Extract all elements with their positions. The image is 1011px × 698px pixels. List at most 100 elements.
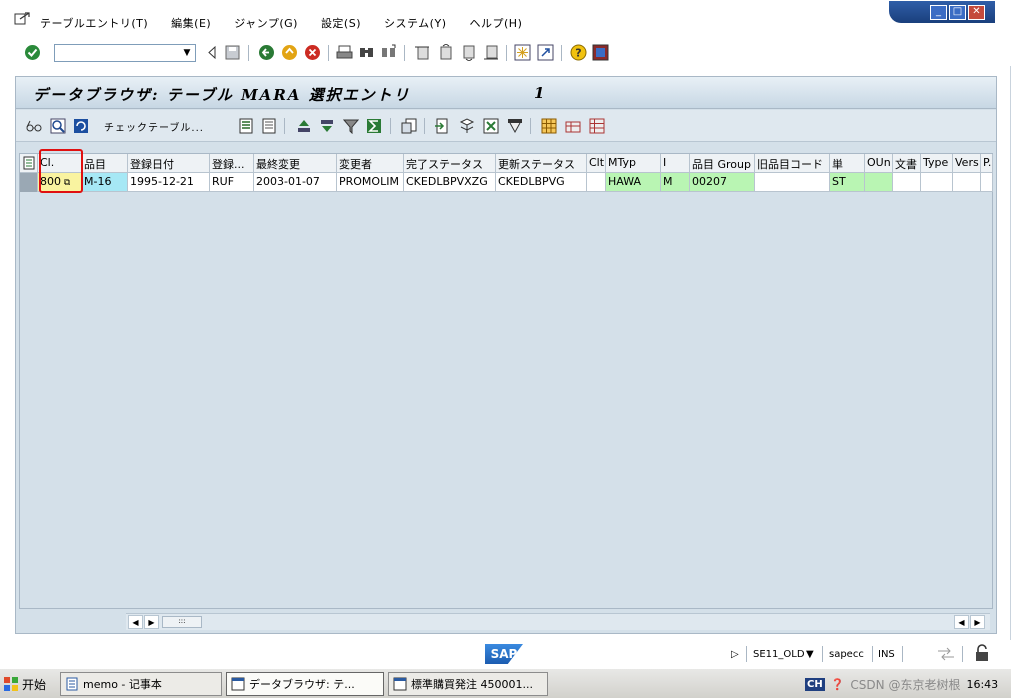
filter-icon[interactable] bbox=[343, 118, 359, 134]
menu-item-5[interactable]: ヘルプ(H) bbox=[470, 15, 523, 31]
table-cell[interactable] bbox=[587, 173, 606, 192]
language-indicator[interactable]: CH bbox=[805, 677, 825, 691]
menu-item-2[interactable]: ジャンプ(G) bbox=[234, 15, 298, 31]
scroll-left-icon[interactable]: ◀ bbox=[128, 615, 143, 629]
cancel-icon[interactable] bbox=[304, 44, 321, 61]
column-header[interactable]: 変更者 bbox=[337, 154, 404, 173]
menu-item-1[interactable]: 編集(E) bbox=[171, 15, 211, 31]
menu-item-3[interactable]: 設定(S) bbox=[321, 15, 361, 31]
table-cell[interactable] bbox=[865, 173, 893, 192]
help-tray-icon[interactable]: ❓ bbox=[831, 678, 845, 691]
first-page-icon[interactable] bbox=[414, 44, 431, 61]
horizontal-scrollbar[interactable]: ◀ ▶ ::: ◀ ▶ bbox=[126, 613, 990, 630]
export-excel-icon[interactable] bbox=[483, 118, 499, 134]
next-page-icon[interactable] bbox=[460, 44, 477, 61]
table-cell[interactable]: M bbox=[661, 173, 690, 192]
table-cell[interactable]: 00207 bbox=[690, 173, 755, 192]
column-header[interactable]: 品目 Group bbox=[690, 154, 755, 173]
taskbar-item-purchase-order[interactable]: 標準購買発注 450001... bbox=[388, 672, 548, 696]
menu-item-0[interactable]: テーブルエントリ(T) bbox=[40, 15, 148, 31]
table-cell[interactable] bbox=[755, 173, 830, 192]
column-header[interactable]: 登録... bbox=[210, 154, 254, 173]
table-cell[interactable]: PROMOLIM bbox=[337, 173, 404, 192]
column-header[interactable]: 最終変更 bbox=[254, 154, 337, 173]
command-field[interactable]: ▼ bbox=[54, 44, 196, 62]
shortcut-icon[interactable] bbox=[537, 44, 554, 61]
scroll-end-left-icon[interactable]: ◀ bbox=[954, 615, 969, 629]
sort-ascending-icon[interactable] bbox=[296, 118, 312, 134]
table-cell[interactable]: 2003-01-07 bbox=[254, 173, 337, 192]
refresh-icon[interactable] bbox=[73, 118, 89, 134]
table-cell[interactable]: RUF bbox=[210, 173, 254, 192]
column-header[interactable]: 旧品目コード bbox=[755, 154, 830, 173]
maximize-button[interactable]: □ bbox=[949, 4, 966, 20]
column-header[interactable]: 文書 bbox=[893, 154, 921, 173]
chevron-down-icon[interactable]: ▼ bbox=[806, 649, 814, 660]
table-cell[interactable]: 1995-12-21 bbox=[128, 173, 210, 192]
column-header[interactable]: 登録日付 bbox=[128, 154, 210, 173]
menu-item-4[interactable]: システム(Y) bbox=[384, 15, 446, 31]
back-triangle-icon[interactable] bbox=[204, 44, 221, 61]
choose-layout-icon[interactable] bbox=[565, 118, 581, 134]
scroll-end-right-icon[interactable]: ▶ bbox=[970, 615, 985, 629]
new-session-icon[interactable] bbox=[514, 44, 531, 61]
detail-zoom-icon[interactable] bbox=[50, 118, 66, 134]
save-icon[interactable] bbox=[224, 44, 241, 61]
column-header[interactable]: 完了ステータス bbox=[404, 154, 496, 173]
column-header[interactable]: Vers bbox=[953, 154, 981, 173]
table-cell[interactable]: M-16 bbox=[82, 173, 128, 192]
column-header[interactable]: 単 bbox=[830, 154, 865, 173]
chevron-down-icon[interactable]: ▼ bbox=[179, 45, 195, 61]
select-all-icon[interactable] bbox=[238, 118, 254, 134]
column-header[interactable]: Type bbox=[921, 154, 953, 173]
deselect-all-icon[interactable] bbox=[261, 118, 277, 134]
lock-icon[interactable] bbox=[974, 644, 990, 662]
help-icon[interactable]: ? bbox=[570, 44, 587, 61]
layout-menu-icon[interactable] bbox=[592, 44, 609, 61]
enter-check-icon[interactable] bbox=[24, 44, 41, 61]
close-button[interactable]: ✕ bbox=[968, 4, 985, 20]
table-cell[interactable] bbox=[893, 173, 921, 192]
menu-exit-icon[interactable] bbox=[14, 12, 30, 26]
table-cell[interactable]: CKEDLBPVXZG bbox=[404, 173, 496, 192]
print-icon[interactable] bbox=[336, 44, 353, 61]
column-header[interactable]: OUn bbox=[865, 154, 893, 173]
find-next-icon[interactable] bbox=[380, 44, 397, 61]
table-cell[interactable]: ST bbox=[830, 173, 865, 192]
table-cell[interactable]: HAWA bbox=[606, 173, 661, 192]
back-icon[interactable] bbox=[258, 44, 275, 61]
abc-analysis-icon[interactable] bbox=[507, 118, 523, 134]
table-row[interactable]: 800 ⧉ M-16 1995-12-21 RUF 2003-01-07 PROMOLIM… bbox=[38, 173, 993, 192]
layout-grid-icon[interactable] bbox=[541, 118, 557, 134]
scroll-right-icon[interactable]: ▶ bbox=[144, 615, 159, 629]
status-expand-icon[interactable]: ▷ bbox=[731, 649, 739, 660]
check-table-button[interactable]: チェックテーブル... bbox=[104, 119, 204, 134]
previous-page-icon[interactable] bbox=[437, 44, 454, 61]
word-processing-icon[interactable] bbox=[459, 118, 475, 134]
exit-icon[interactable] bbox=[281, 44, 298, 61]
scroll-thumb[interactable]: ::: bbox=[162, 616, 202, 628]
column-header[interactable]: P. bbox=[981, 154, 993, 173]
sum-icon[interactable] bbox=[366, 118, 382, 134]
column-header[interactable]: I bbox=[661, 154, 690, 173]
taskbar-item-notepad[interactable]: memo - 记事本 bbox=[60, 672, 222, 696]
table-cell[interactable] bbox=[953, 173, 981, 192]
last-page-icon[interactable] bbox=[483, 44, 500, 61]
taskbar-item-data-browser[interactable]: データブラウザ: テ... bbox=[226, 672, 384, 696]
table-cell[interactable] bbox=[981, 173, 993, 192]
change-layout-icon[interactable] bbox=[589, 118, 605, 134]
glasses-display-icon[interactable] bbox=[26, 118, 42, 134]
row-selector[interactable] bbox=[20, 173, 38, 192]
column-header[interactable]: Clt bbox=[587, 154, 606, 173]
select-all-rows-button[interactable] bbox=[20, 154, 38, 173]
table-cell[interactable]: CKEDLBPVG bbox=[496, 173, 587, 192]
input-mode[interactable]: INS bbox=[878, 649, 895, 660]
sort-descending-icon[interactable] bbox=[319, 118, 335, 134]
find-icon[interactable] bbox=[358, 44, 375, 61]
download-icon[interactable] bbox=[434, 118, 450, 134]
minimize-button[interactable]: _ bbox=[930, 4, 947, 20]
column-header[interactable]: 更新ステータス bbox=[496, 154, 587, 173]
print-preview-icon[interactable] bbox=[401, 118, 417, 134]
table-cell[interactable] bbox=[921, 173, 953, 192]
column-header[interactable]: MTyp bbox=[606, 154, 661, 173]
